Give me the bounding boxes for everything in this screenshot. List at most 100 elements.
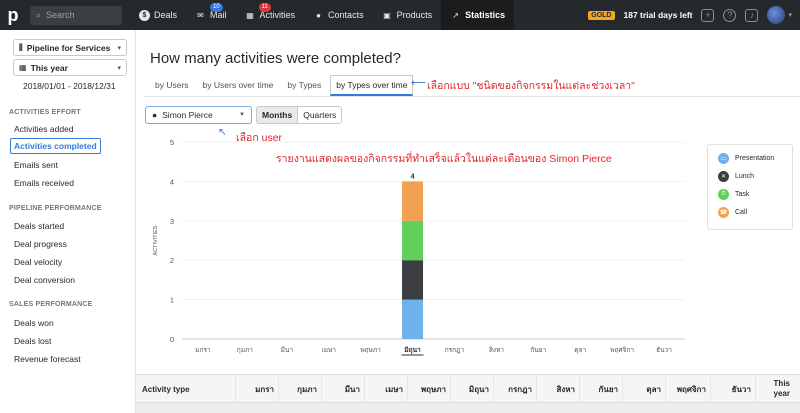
y-tick-label: 3 xyxy=(170,217,174,226)
sidebar-item-deal-conversion[interactable]: Deal conversion xyxy=(14,275,75,285)
tabs-divider xyxy=(144,96,800,97)
data-label: 4 xyxy=(411,173,415,180)
x-tick-label: มกรา xyxy=(195,347,211,354)
nav-contacts-label: Contacts xyxy=(328,10,364,20)
chevron-down-icon[interactable]: ▾ xyxy=(788,11,792,19)
column-header-month[interactable]: พฤศจิกา xyxy=(666,375,711,403)
quarters-button[interactable]: Quarters xyxy=(297,107,342,123)
tab-by-users-over-time[interactable]: by Users over time xyxy=(198,76,279,94)
column-header-month[interactable]: กรกฎา xyxy=(494,375,537,403)
call-icon: ☎ xyxy=(718,206,729,218)
user-select[interactable]: ● Simon Pierce ▼ xyxy=(145,106,252,124)
chevron-down-icon: ▼ xyxy=(239,112,245,118)
x-tick-label: มิถุนา xyxy=(404,346,421,354)
bar-segment xyxy=(402,181,424,221)
column-header-month[interactable]: เมษา xyxy=(365,375,408,403)
column-header-month[interactable]: กุมภา xyxy=(279,375,322,403)
sidebar-item-deals-won[interactable]: Deals won xyxy=(14,318,54,328)
section-title-activities-effort: ACTIVITIES EFFORT xyxy=(9,109,81,116)
sidebar-item-deals-lost[interactable]: Deals lost xyxy=(14,336,51,346)
search-placeholder: Search xyxy=(46,10,75,20)
column-header-this-year[interactable]: This year xyxy=(756,375,794,403)
tab-by-types-over-time[interactable]: by Types over time xyxy=(330,74,414,96)
bell-icon[interactable]: ♪ xyxy=(745,8,759,22)
months-button[interactable]: Months xyxy=(257,107,298,123)
x-tick-label: กุมภา xyxy=(237,347,254,354)
nav-contacts[interactable]: ● Contacts xyxy=(304,0,373,30)
sidebar-item-deal-progress[interactable]: Deal progress xyxy=(14,239,67,249)
add-icon[interactable]: + xyxy=(701,8,715,22)
column-header-month[interactable]: พฤษภา xyxy=(408,375,451,403)
sidebar-item-emails-sent[interactable]: Emails sent xyxy=(14,160,58,170)
x-tick-label: เมษา xyxy=(321,347,336,354)
dollar-icon: $ xyxy=(139,9,150,21)
chevron-down-icon: ▾ xyxy=(117,45,121,52)
nav-statistics-label: Statistics xyxy=(465,10,506,20)
y-tick-label: 2 xyxy=(170,256,174,265)
x-tick-label: สิงหา xyxy=(489,346,504,354)
y-tick-label: 0 xyxy=(170,335,174,344)
bar-segment xyxy=(402,220,424,261)
legend-label: Lunch xyxy=(735,172,755,180)
sidebar-item-revenue-forecast[interactable]: Revenue forecast xyxy=(14,354,81,364)
x-tick-label: พฤศจิกา xyxy=(610,346,634,354)
tab-by-users[interactable]: by Users xyxy=(150,76,194,94)
box-icon: ▣ xyxy=(383,10,391,20)
person-icon: ● xyxy=(152,110,158,120)
y-tick-label: 4 xyxy=(170,177,174,186)
chevron-down-icon: ▾ xyxy=(117,65,121,72)
legend-item-presentation[interactable]: ▭ Presentation xyxy=(718,149,792,167)
legend-item-lunch[interactable]: ✕ Lunch xyxy=(718,167,792,185)
nav-activities[interactable]: ▦ 11 Activities xyxy=(236,0,305,30)
legend-item-call[interactable]: ☎ Call xyxy=(718,203,792,221)
column-header-this-year-line2: year xyxy=(773,389,790,398)
sidebar-item-deals-started[interactable]: Deals started xyxy=(14,221,64,231)
x-tick-label: ตุลา xyxy=(574,347,586,354)
period-select[interactable]: ▦ This year ▾ xyxy=(13,59,127,76)
sidebar-item-activities-completed[interactable]: Activities completed xyxy=(10,138,101,154)
help-icon[interactable]: ? xyxy=(723,8,737,22)
calendar-icon: ▦ xyxy=(19,63,27,72)
date-range: 2018/01/01 - 2018/12/31 xyxy=(23,81,116,91)
column-header-month[interactable]: มีนา xyxy=(322,375,365,403)
nav-statistics[interactable]: ↗ Statistics xyxy=(441,0,515,30)
pipedrive-logo[interactable]: p xyxy=(0,0,26,30)
column-header-month[interactable]: มกรา xyxy=(236,375,279,403)
pipeline-icon: ⫼ xyxy=(19,42,23,52)
sidebar-item-activities-added[interactable]: Activities added xyxy=(14,124,74,134)
column-header-month[interactable]: ตุลา xyxy=(623,375,666,403)
y-axis-label: ACTIVITIES xyxy=(153,225,159,255)
period-toggle: Months Quarters xyxy=(256,106,343,124)
column-header-month[interactable]: สิงหา xyxy=(537,375,580,403)
column-header-month[interactable]: ธันวา xyxy=(711,375,756,403)
column-header-this-year-line1: This xyxy=(773,379,790,388)
nav-products[interactable]: ▣ Products xyxy=(373,0,442,30)
legend-item-task[interactable]: ⏱ Task xyxy=(718,185,792,203)
trial-days-text[interactable]: 187 trial days left xyxy=(624,10,693,20)
nav-deals[interactable]: $ Deals xyxy=(130,0,186,30)
bar-segment xyxy=(402,260,424,300)
user-select-value: Simon Pierce xyxy=(162,110,213,120)
x-tick-label: พฤษภา xyxy=(360,347,381,354)
sidebar-item-emails-received[interactable]: Emails received xyxy=(14,178,74,188)
annotation-arrow-left-icon: ⟵ xyxy=(411,77,427,89)
presentation-icon: ▭ xyxy=(718,152,729,164)
pipeline-select[interactable]: ⫼ Pipeline for Services ▾ xyxy=(13,39,127,56)
nav-mail[interactable]: ✉ 10 Mail xyxy=(186,0,236,30)
task-icon: ⏱ xyxy=(718,188,729,200)
period-select-value: This year xyxy=(30,62,68,73)
annotation-tab-note: เลือกแบบ "ชนิดของกิจกรรมในแต่ละช่วงเวลา" xyxy=(427,80,635,92)
avatar[interactable] xyxy=(767,6,786,24)
report-tabs: by Users by Users over time by Types by … xyxy=(150,74,417,96)
nav-deals-label: Deals xyxy=(154,10,178,20)
search-input[interactable]: ⌕ Search xyxy=(30,5,122,25)
lunch-icon: ✕ xyxy=(718,170,729,182)
sidebar-item-deal-velocity[interactable]: Deal velocity xyxy=(14,257,62,267)
horizontal-scrollbar[interactable] xyxy=(136,402,800,413)
column-header-month[interactable]: กันยา xyxy=(580,375,623,403)
tab-by-types[interactable]: by Types xyxy=(282,76,326,94)
x-tick-label: ธันวา xyxy=(656,346,672,354)
gold-plan-badge[interactable]: GOLD xyxy=(588,10,615,20)
column-header-month[interactable]: มิถุนา xyxy=(451,375,494,403)
column-header-activity-type[interactable]: Activity type xyxy=(136,375,236,403)
